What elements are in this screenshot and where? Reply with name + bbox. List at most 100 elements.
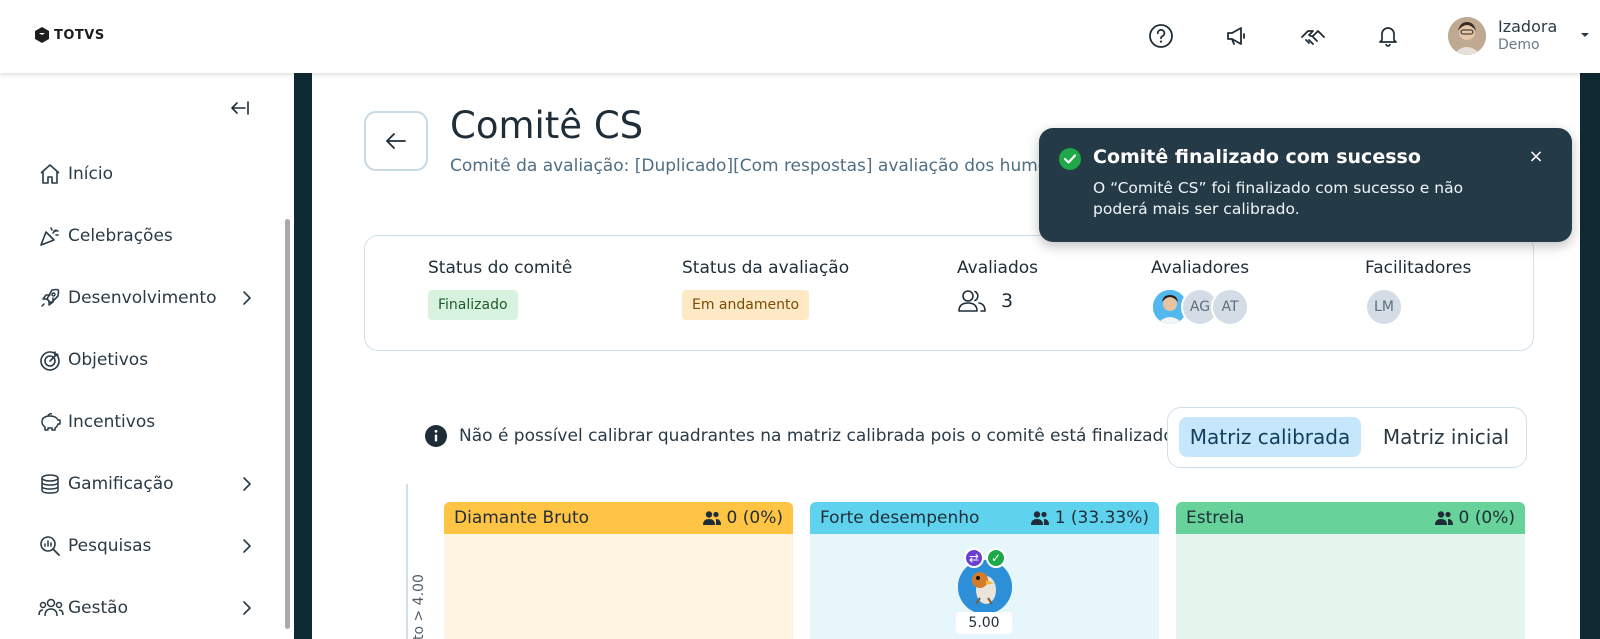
logo-mark-icon: [35, 27, 49, 43]
info-icon: [425, 425, 447, 447]
search-chart-icon: [38, 533, 64, 559]
sidebar-item-label: Gestão: [68, 598, 128, 618]
tab-matriz-inicial[interactable]: Matriz inicial: [1371, 417, 1521, 457]
evaluated-label: Avaliados: [957, 258, 1039, 278]
quadrant-count: 0 (0%): [702, 508, 783, 528]
quadrant-name: Forte desempenho: [820, 508, 980, 528]
person-avatar: [958, 560, 1012, 614]
coins-icon: [38, 471, 64, 497]
sidebar-item-celebracoes[interactable]: Celebrações: [38, 221, 258, 251]
chevron-right-icon: [243, 291, 251, 305]
committee-status-panel: Status do comitê Finalizado Status da av…: [364, 235, 1534, 351]
quadrant-body: [1176, 534, 1525, 639]
user-name: Izadora: [1498, 17, 1558, 36]
sidebar-item-inicio[interactable]: Início: [38, 159, 258, 189]
sidebar-item-label: Pesquisas: [68, 536, 152, 556]
piggy-bank-icon: [38, 409, 64, 435]
matrix-toggle: Matriz calibrada Matriz inicial: [1167, 407, 1527, 468]
sidebar-item-label: Gamificação: [68, 474, 174, 494]
quadrant: Forte desempenho 1 (33.33%) ⇄ ✓ 5.00: [810, 502, 1159, 639]
sidebar-item-incentivos[interactable]: Incentivos: [38, 407, 258, 437]
arrow-left-icon: [386, 133, 406, 149]
quadrant-count-text: 0 (0%): [726, 508, 783, 528]
sidebar-item-objetivos[interactable]: Objetivos: [38, 345, 258, 375]
evaluated-count: 3: [957, 288, 1013, 314]
people-icon: [702, 511, 721, 525]
committee-status-label: Status do comitê: [428, 258, 573, 278]
quadrant-count: 0 (0%): [1434, 508, 1515, 528]
sidebar-scrollbar[interactable]: [285, 219, 290, 629]
target-icon: [38, 347, 64, 373]
quadrant-header: Estrela 0 (0%): [1176, 502, 1525, 534]
totvs-logo[interactable]: TOTVS: [34, 26, 105, 44]
evaluated-number: 3: [1001, 290, 1014, 312]
megaphone-icon[interactable]: [1222, 21, 1252, 51]
facilitators-label: Facilitadores: [1365, 258, 1472, 278]
chevron-right-icon: [243, 539, 251, 553]
quadrant-count: 1 (33.33%): [1030, 508, 1149, 528]
calibration-notice: Não é possível calibrar quadrantes na ma…: [425, 425, 1179, 447]
chevron-right-icon: [243, 477, 251, 491]
bell-icon[interactable]: [1373, 21, 1403, 51]
people-icon: [1030, 511, 1049, 525]
check-icon: ✓: [986, 548, 1006, 568]
toast-title: Comitê finalizado com sucesso: [1093, 146, 1421, 168]
user-avatar: [1448, 17, 1486, 55]
chevron-right-icon: [243, 601, 251, 615]
quadrant-header: Diamante Bruto 0 (0%): [444, 502, 793, 534]
sidebar-item-label: Incentivos: [68, 412, 156, 432]
collapse-sidebar-icon[interactable]: [229, 97, 251, 119]
sidebar-item-label: Início: [68, 164, 113, 184]
sidebar: Início Celebrações Desenvolvimento Objetivo…: [0, 73, 294, 639]
quadrant-name: Diamante Bruto: [454, 508, 590, 528]
close-icon[interactable]: ×: [1526, 146, 1546, 167]
sidebar-item-pesquisas[interactable]: Pesquisas: [38, 531, 258, 561]
evaluator-avatar[interactable]: AT: [1211, 288, 1249, 326]
person-score: 5.00: [956, 612, 1012, 634]
page-title: Comitê CS: [450, 104, 644, 147]
sidebar-item-label: Desenvolvimento: [68, 288, 217, 308]
quadrant-body: [444, 534, 793, 639]
help-icon[interactable]: [1146, 21, 1176, 51]
toast-message: O “Comitê CS” foi finalizado com sucesso…: [1093, 179, 1464, 218]
people-icon: [38, 595, 64, 621]
logo-text: TOTVS: [54, 27, 105, 43]
people-icon: [1434, 511, 1453, 525]
quadrant-body: ⇄ ✓ 5.00: [810, 534, 1159, 639]
rocket-icon: [38, 285, 64, 311]
evaluators-label: Avaliadores: [1151, 258, 1250, 278]
sidebar-item-label: Celebrações: [68, 226, 173, 246]
user-role: Demo: [1498, 37, 1540, 53]
facilitator-avatar[interactable]: LM: [1365, 288, 1403, 326]
sidebar-item-gestao[interactable]: Gestão: [38, 593, 258, 623]
top-header: TOTVS Izadora Demo: [0, 0, 1600, 73]
home-icon: [38, 161, 64, 187]
y-axis-label: to > 4.00: [411, 574, 427, 639]
quadrant-header: Forte desempenho 1 (33.33%): [810, 502, 1159, 534]
y-axis-line: [406, 484, 408, 639]
sidebar-item-label: Objetivos: [68, 350, 149, 370]
tab-matriz-calibrada[interactable]: Matriz calibrada: [1179, 417, 1361, 457]
people-icon: [958, 290, 986, 312]
committee-status-badge: Finalizado: [428, 290, 518, 320]
page-subtitle: Comitê da avaliação: [Duplicado][Com res…: [450, 156, 1060, 176]
swap-icon: ⇄: [964, 548, 984, 568]
sidebar-item-gamificacao[interactable]: Gamificação: [38, 469, 258, 499]
quadrant-name: Estrela: [1186, 508, 1245, 528]
back-button[interactable]: [364, 111, 428, 171]
check-circle-icon: [1059, 148, 1081, 170]
handshake-icon[interactable]: [1298, 21, 1328, 51]
party-icon: [38, 223, 64, 249]
evaluation-status-badge: Em andamento: [682, 290, 810, 320]
quadrant: Diamante Bruto 0 (0%): [444, 502, 793, 639]
evaluated-person-chip[interactable]: ⇄ ✓ 5.00: [956, 548, 1012, 634]
quadrant-count-text: 1 (33.33%): [1054, 508, 1149, 528]
quadrant-count-text: 0 (0%): [1458, 508, 1515, 528]
notice-text: Não é possível calibrar quadrantes na ma…: [459, 426, 1179, 446]
sidebar-item-desenvolvimento[interactable]: Desenvolvimento: [38, 283, 258, 313]
caret-down-icon: [1581, 33, 1589, 37]
quadrant: Estrela 0 (0%): [1176, 502, 1525, 639]
evaluation-status-label: Status da avaliação: [682, 258, 850, 278]
success-toast: Comitê finalizado com sucesso O “Comitê …: [1039, 128, 1572, 242]
user-menu[interactable]: Izadora Demo: [1448, 17, 1589, 55]
